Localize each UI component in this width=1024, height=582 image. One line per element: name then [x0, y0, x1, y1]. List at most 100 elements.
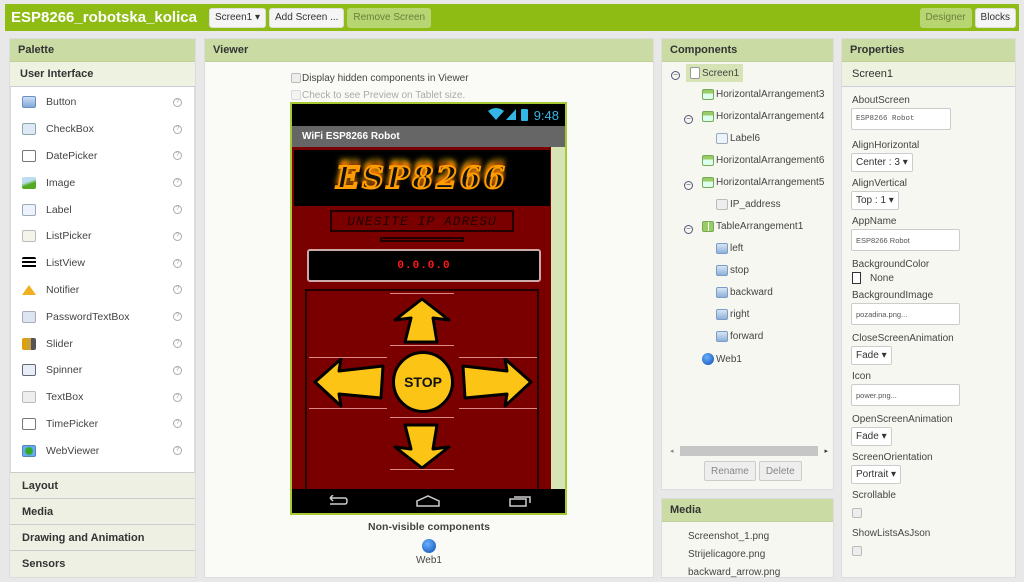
palette-item-listpicker[interactable]: ListPicker?	[11, 223, 194, 250]
help-icon[interactable]: ?	[173, 97, 182, 107]
collapse-toggle-icon[interactable]: −	[671, 71, 680, 80]
help-icon[interactable]: ?	[173, 365, 182, 375]
palette-item-button[interactable]: Button?	[11, 89, 194, 116]
phone-scrollbar[interactable]	[551, 147, 565, 492]
palette-item-checkbox[interactable]: CheckBox?	[11, 116, 194, 143]
logo-text: ESP8266	[335, 160, 508, 197]
tree-node-label: HorizontalArrangement3	[716, 89, 825, 100]
tree-node-label6[interactable]: Label6	[716, 133, 760, 144]
help-icon[interactable]: ?	[173, 312, 182, 322]
tablet-preview-row[interactable]: Check to see Preview on Tablet size.	[291, 90, 465, 101]
collapse-toggle-icon[interactable]: −	[684, 115, 693, 124]
help-icon[interactable]: ?	[173, 124, 182, 134]
delete-button[interactable]: Delete	[758, 461, 802, 481]
help-icon[interactable]: ?	[173, 178, 182, 188]
display-hidden-checkbox[interactable]	[291, 73, 301, 84]
tree-node-ip_address[interactable]: IP_address	[716, 199, 781, 210]
web1-globe-icon[interactable]	[422, 539, 436, 553]
prop-scrollable-checkbox[interactable]	[852, 507, 862, 518]
tree-node-forward[interactable]: forward	[716, 331, 763, 342]
help-icon[interactable]: ?	[173, 231, 182, 241]
prop-openanimation-select[interactable]: Fade ▾	[851, 427, 892, 446]
palette-item-datepicker[interactable]: DatePicker?	[11, 143, 194, 170]
palette-category-user-interface[interactable]: User Interface	[10, 62, 195, 87]
prop-showlistsasjson-checkbox[interactable]	[852, 545, 862, 556]
prop-aboutscreen-textarea[interactable]: ESP8266 Robot	[851, 108, 951, 130]
tree-node-horizontalarrangement6[interactable]: HorizontalArrangement6	[702, 155, 824, 166]
designer-button[interactable]: Designer	[919, 7, 972, 28]
recents-icon[interactable]	[508, 495, 532, 507]
help-icon[interactable]: ?	[173, 446, 182, 456]
prop-appname-input[interactable]: ESP8266 Robot	[851, 229, 960, 251]
palette-item-image[interactable]: Image?	[11, 169, 194, 196]
scroll-left-icon[interactable]: ◂	[670, 447, 680, 455]
ip-address-textbox[interactable]: 0.0.0.0	[307, 249, 541, 282]
tree-node-backward[interactable]: backward	[716, 287, 773, 298]
prop-backgroundimage-input[interactable]: pozadina.png...	[851, 303, 960, 325]
palette-item-spinner[interactable]: Spinner?	[11, 357, 194, 384]
palette-item-textbox[interactable]: TextBox?	[11, 384, 194, 411]
home-icon[interactable]	[415, 495, 441, 507]
blocks-button[interactable]: Blocks	[974, 7, 1016, 28]
components-header: Components	[662, 39, 833, 62]
button-icon	[716, 287, 728, 298]
remove-screen-button[interactable]: Remove Screen	[347, 7, 432, 28]
signal-icon	[505, 108, 516, 123]
display-hidden-row[interactable]: Display hidden components in Viewer	[291, 73, 469, 84]
scroll-thumb[interactable]	[680, 445, 818, 456]
screen-select[interactable]: Screen1 ▾	[208, 7, 266, 28]
palette-item-slider[interactable]: Slider?	[11, 330, 194, 357]
tree-node-right[interactable]: right	[716, 309, 749, 320]
prop-alignhorizontal-select[interactable]: Center : 3 ▾	[851, 153, 913, 172]
prop-alignvertical-select[interactable]: Top : 1 ▾	[851, 191, 899, 210]
tree-node-horizontalarrangement4[interactable]: HorizontalArrangement4	[702, 111, 824, 122]
backward-arrow-button[interactable]	[389, 421, 455, 471]
back-icon[interactable]	[325, 495, 349, 507]
tablet-preview-checkbox[interactable]	[291, 90, 301, 101]
tree-node-web1[interactable]: Web1	[702, 353, 742, 365]
palette-item-notifier[interactable]: Notifier?	[11, 277, 194, 304]
prop-closeanimation-select[interactable]: Fade ▾	[851, 346, 892, 365]
tree-node-horizontalarrangement5[interactable]: HorizontalArrangement5	[702, 177, 824, 188]
palette-item-webviewer[interactable]: WebViewer?	[11, 437, 194, 464]
help-icon[interactable]: ?	[173, 339, 182, 349]
tree-node-stop[interactable]: stop	[716, 265, 749, 276]
prop-backgroundcolor-picker[interactable]: None	[852, 272, 1015, 284]
tree-node-tablearrangement1[interactable]: TableArrangement1	[702, 221, 803, 232]
help-icon[interactable]: ?	[173, 151, 182, 161]
help-icon[interactable]: ?	[173, 392, 182, 402]
palette-item-listview[interactable]: ListView?	[11, 250, 194, 277]
palette-item-label: Notifier	[46, 283, 80, 296]
help-icon[interactable]: ?	[173, 419, 182, 429]
scroll-right-icon[interactable]: ▸	[818, 447, 828, 455]
stop-button[interactable]: STOP	[392, 351, 454, 413]
palette-item-passwordtextbox[interactable]: PasswordTextBox?	[11, 303, 194, 330]
tree-node-horizontalarrangement3[interactable]: HorizontalArrangement3	[702, 89, 824, 100]
prop-screenorientation-select[interactable]: Portrait ▾	[851, 465, 902, 484]
palette-category-layout[interactable]: Layout	[10, 472, 195, 499]
media-file-item[interactable]: Screenshot_1.png	[688, 528, 833, 546]
prop-aboutscreen-label: AboutScreen	[852, 95, 910, 106]
palette-category-drawing-and-animation[interactable]: Drawing and Animation	[10, 524, 195, 551]
left-arrow-button[interactable]	[311, 356, 387, 408]
add-screen-button[interactable]: Add Screen ...	[269, 7, 345, 28]
help-icon[interactable]: ?	[173, 258, 182, 268]
prop-icon-input[interactable]: power.png...	[851, 384, 960, 406]
help-icon[interactable]: ?	[173, 205, 182, 215]
palette-category-media[interactable]: Media	[10, 498, 195, 525]
palette-item-label[interactable]: Label?	[11, 196, 194, 223]
tree-horizontal-scrollbar[interactable]: ◂ ▸	[670, 445, 828, 456]
palette-category-sensors[interactable]: Sensors	[10, 550, 195, 577]
rename-button[interactable]: Rename	[704, 461, 756, 481]
right-arrow-button[interactable]	[459, 356, 535, 408]
tree-node-screen1[interactable]: Screen1	[686, 64, 744, 82]
help-icon[interactable]: ?	[173, 285, 182, 295]
media-file-item[interactable]: Strijelicagore.png	[688, 546, 833, 564]
collapse-toggle-icon[interactable]: −	[684, 181, 693, 190]
esp8266-logo-image[interactable]: ESP8266	[294, 150, 550, 206]
media-file-item[interactable]: backward_arrow.png	[688, 564, 833, 582]
collapse-toggle-icon[interactable]: −	[684, 225, 693, 234]
tree-node-left[interactable]: left	[716, 243, 743, 254]
palette-item-timepicker[interactable]: TimePicker?	[11, 411, 194, 438]
forward-arrow-button[interactable]	[389, 296, 455, 346]
